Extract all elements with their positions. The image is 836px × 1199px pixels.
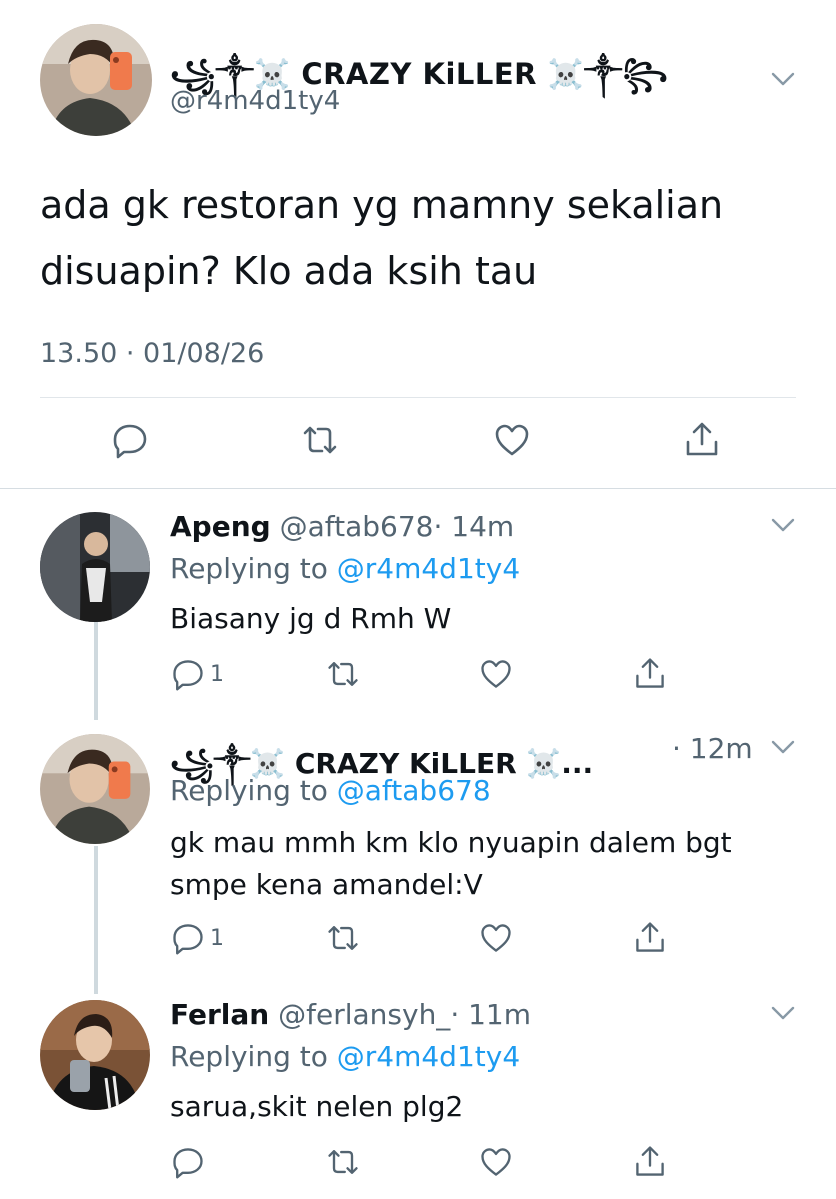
avatar[interactable] [40, 734, 150, 844]
heart-icon [481, 924, 511, 952]
share-button[interactable] [632, 920, 668, 960]
mention-link[interactable]: @r4m4d1ty4 [337, 552, 520, 585]
share-icon [686, 422, 718, 456]
author-avatar[interactable] [40, 24, 152, 136]
share-icon [636, 1146, 664, 1176]
mention-link[interactable]: @aftab678 [337, 774, 491, 807]
tweet-text: ada gk restoran yg mamny sekalian disuap… [40, 183, 724, 293]
avatar[interactable] [40, 1000, 150, 1110]
author-handle[interactable]: @r4m4d1ty4 [170, 86, 340, 116]
chevron-down-icon [771, 740, 795, 754]
reply-bubble-icon [173, 660, 203, 691]
tweet-timestamp[interactable]: 13.50 · 01/08/26 [40, 338, 264, 369]
chevron-down-icon [771, 518, 795, 532]
like-button[interactable] [478, 656, 514, 696]
reply-count: 1 [210, 926, 224, 951]
section-divider [0, 488, 836, 489]
like-button[interactable] [492, 420, 532, 460]
reply-button[interactable] [170, 1144, 206, 1184]
retweet-icon [328, 926, 358, 950]
reply-bubble-icon [173, 1148, 203, 1179]
thread-line [94, 846, 98, 994]
share-icon [636, 922, 664, 952]
replying-to: Replying to @aftab678 [170, 774, 491, 807]
reply-button[interactable] [170, 656, 206, 696]
replying-to-label: Replying to [170, 552, 337, 585]
chevron-down-icon [771, 72, 795, 86]
retweet-button[interactable] [325, 656, 361, 696]
reply-time[interactable]: · 12m [672, 732, 753, 765]
reply-count: 1 [210, 662, 224, 687]
retweet-button[interactable] [325, 1144, 361, 1184]
retweet-icon [303, 426, 337, 454]
avatar[interactable] [40, 512, 150, 622]
retweet-button[interactable] [300, 420, 340, 460]
reply-time[interactable]: · 11m [450, 998, 531, 1031]
replying-to-label: Replying to [170, 774, 337, 807]
reply-more-chevron[interactable] [770, 1004, 796, 1026]
reply-author-handle[interactable]: @aftab678 [280, 510, 434, 543]
reply-text: gk mau mmh km klo nyuapin dalem bgt smpe… [170, 826, 732, 901]
reply-button[interactable] [170, 920, 206, 960]
reply-text: Biasany jg d Rmh W [170, 602, 452, 635]
reply-header: Ferlan @ferlansyh_· 11m [170, 998, 531, 1031]
heart-icon [495, 424, 529, 456]
mention-link[interactable]: @r4m4d1ty4 [337, 1040, 520, 1073]
reply-author-handle[interactable]: @ferlansyh_ [278, 998, 450, 1031]
reply-button[interactable] [110, 420, 150, 460]
like-button[interactable] [478, 920, 514, 960]
retweet-icon [328, 1150, 358, 1174]
replying-to: Replying to @r4m4d1ty4 [170, 1040, 520, 1073]
retweet-button[interactable] [325, 920, 361, 960]
reply-author-name[interactable]: Ferlan [170, 998, 269, 1031]
chevron-down-icon [771, 1006, 795, 1020]
reply-time-wrap: · 12m [672, 732, 753, 765]
share-button[interactable] [632, 1144, 668, 1184]
reply-bubble-icon [173, 924, 203, 955]
reply-time[interactable]: · 14m [433, 510, 514, 543]
share-icon [636, 658, 664, 688]
share-button[interactable] [632, 656, 668, 696]
reply-text: sarua,skit nelen plg2 [170, 1090, 464, 1123]
reply-author-name[interactable]: Apeng [170, 510, 271, 543]
thread-line [94, 622, 98, 720]
divider [40, 397, 796, 398]
reply-more-chevron[interactable] [770, 738, 796, 760]
heart-icon [481, 660, 511, 688]
retweet-icon [328, 662, 358, 686]
reply-header: Apeng @aftab678· 14m [170, 510, 514, 543]
replying-to: Replying to @r4m4d1ty4 [170, 552, 520, 585]
more-options-chevron[interactable] [770, 70, 796, 92]
heart-icon [481, 1148, 511, 1176]
replying-to-label: Replying to [170, 1040, 337, 1073]
share-button[interactable] [682, 420, 722, 460]
reply-more-chevron[interactable] [770, 516, 796, 538]
like-button[interactable] [478, 1144, 514, 1184]
reply-bubble-icon [113, 424, 147, 459]
